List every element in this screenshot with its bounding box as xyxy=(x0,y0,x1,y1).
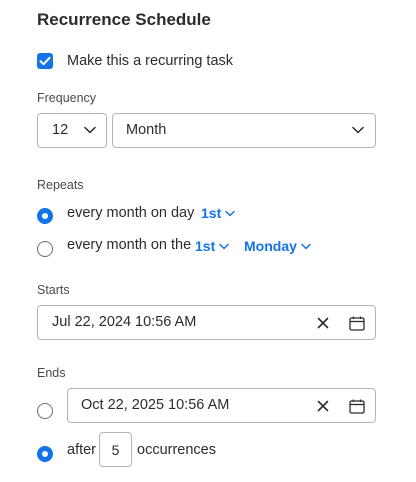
starts-datetime-field[interactable]: Jul 22, 2024 10:56 AM xyxy=(37,305,376,340)
occurrences-count-input[interactable]: 5 xyxy=(99,432,132,467)
repeats-weekday-select[interactable]: Monday xyxy=(244,238,311,254)
chevron-down-icon xyxy=(219,243,229,249)
starts-datetime-value: Jul 22, 2024 10:56 AM xyxy=(52,314,197,330)
ends-datetime-field[interactable]: Oct 22, 2025 10:56 AM xyxy=(67,388,376,423)
ends-on-date-radio[interactable] xyxy=(37,403,53,419)
frequency-label: Frequency xyxy=(37,91,97,105)
repeats-ordinal-value: 1st xyxy=(195,238,216,254)
repeats-day-radio[interactable] xyxy=(37,208,53,224)
chevron-down-icon xyxy=(84,126,96,134)
calendar-icon xyxy=(349,399,365,414)
frequency-interval-select[interactable]: 12 xyxy=(37,113,107,148)
recurring-checkbox[interactable] xyxy=(37,53,53,69)
ends-after-prefix: after xyxy=(67,442,97,458)
clear-start-button[interactable] xyxy=(313,313,333,333)
chevron-down-icon xyxy=(225,210,235,216)
close-icon xyxy=(317,317,329,329)
start-calendar-button[interactable] xyxy=(347,313,367,333)
ends-datetime-value: Oct 22, 2025 10:56 AM xyxy=(81,397,230,413)
repeats-day-text: every month on day xyxy=(67,205,195,221)
repeats-ordinal-select[interactable]: 1st xyxy=(195,238,229,254)
ends-label: Ends xyxy=(37,366,66,380)
chevron-down-icon xyxy=(352,126,364,134)
ends-after-radio[interactable] xyxy=(37,446,53,462)
occurrences-count-value: 5 xyxy=(111,442,120,458)
frequency-unit-select[interactable]: Month xyxy=(112,113,376,148)
starts-label: Starts xyxy=(37,283,70,297)
repeats-weekday-value: Monday xyxy=(244,238,297,254)
calendar-icon xyxy=(349,316,365,331)
repeats-day-select[interactable]: 1st xyxy=(201,205,235,221)
recurring-checkbox-label[interactable]: Make this a recurring task xyxy=(67,53,233,69)
close-icon xyxy=(317,400,329,412)
repeats-weekday-text: every month on the xyxy=(67,237,192,253)
repeats-label: Repeats xyxy=(37,178,84,192)
frequency-interval-value: 12 xyxy=(52,122,69,138)
checkmark-icon xyxy=(39,56,51,66)
end-calendar-button[interactable] xyxy=(347,396,367,416)
ends-after-suffix: occurrences xyxy=(137,442,216,458)
repeats-day-value: 1st xyxy=(201,205,222,221)
clear-end-button[interactable] xyxy=(313,396,333,416)
chevron-down-icon xyxy=(301,243,311,249)
page-title: Recurrence Schedule xyxy=(37,10,211,29)
frequency-unit-value: Month xyxy=(126,122,167,138)
repeats-weekday-radio[interactable] xyxy=(37,241,53,257)
